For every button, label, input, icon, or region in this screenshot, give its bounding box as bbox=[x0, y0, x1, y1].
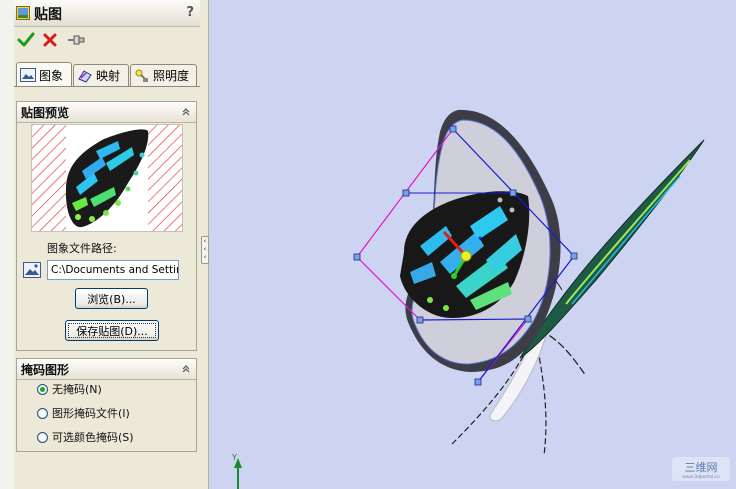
graphics-viewport[interactable]: Y 三维网 www.3dportal.cn bbox=[209, 0, 736, 489]
tab-mapping-label: 映射 bbox=[96, 69, 121, 83]
radio-mask-file[interactable]: 图形掩码文件(I) bbox=[37, 405, 130, 421]
site-watermark: 三维网 www.3dportal.cn bbox=[672, 457, 730, 481]
browse-button[interactable]: 浏览(B)... bbox=[75, 288, 148, 309]
pushpin-icon[interactable] bbox=[66, 30, 86, 50]
save-decal-button[interactable]: 保存贴图(D)... bbox=[65, 320, 159, 341]
tab-image-label: 图象 bbox=[39, 68, 64, 83]
image-icon bbox=[20, 68, 36, 82]
cancel-x-icon[interactable] bbox=[40, 30, 60, 50]
radio-color-mask[interactable]: 可选颜色掩码(S) bbox=[37, 429, 134, 445]
tab-mapping[interactable]: 映射 bbox=[73, 64, 129, 86]
property-manager-panel: 贴图 ? 图象 映射 照明度 贴图预览 图象文件路径: C:\Documents… bbox=[14, 0, 201, 489]
tab-lighting[interactable]: 照明度 bbox=[130, 64, 197, 86]
decal-preview-header[interactable]: 贴图预览 bbox=[17, 102, 196, 123]
radio-no-mask[interactable]: 无掩码(N) bbox=[37, 381, 102, 397]
collapse-chevron-icon[interactable] bbox=[180, 363, 192, 375]
panel-splitter[interactable]: ‹ ‹ ‹ bbox=[200, 0, 209, 489]
decal-preview-heading: 贴图预览 bbox=[21, 106, 70, 120]
tab-strip: 图象 映射 照明度 bbox=[14, 62, 200, 87]
mask-header[interactable]: 掩码图形 bbox=[17, 359, 196, 380]
decal-preview-group: 贴图预览 图象文件路径: C:\Documents and Setti 浏览(B… bbox=[16, 101, 197, 351]
svg-text:Y: Y bbox=[231, 453, 237, 462]
ok-check-icon[interactable] bbox=[16, 30, 36, 50]
lighting-icon bbox=[135, 69, 148, 82]
decal-preview-image bbox=[31, 124, 183, 232]
left-toolbar-strip bbox=[0, 0, 15, 489]
mask-heading: 掩码图形 bbox=[21, 363, 70, 377]
tab-lighting-label: 照明度 bbox=[153, 69, 190, 83]
help-icon[interactable]: ? bbox=[186, 5, 194, 20]
image-path-field[interactable]: C:\Documents and Settings bbox=[47, 260, 179, 280]
tab-divider bbox=[14, 86, 200, 87]
splitter-grip-icon[interactable]: ‹ ‹ ‹ bbox=[201, 236, 209, 264]
action-bar bbox=[14, 28, 200, 52]
image-file-icon bbox=[23, 262, 41, 278]
collapse-chevron-icon[interactable] bbox=[180, 106, 192, 118]
decal-icon bbox=[16, 6, 30, 20]
image-path-label: 图象文件路径: bbox=[47, 242, 117, 255]
watermark-sub: www.3dportal.cn bbox=[682, 474, 720, 480]
radio-color-mask-label: 可选颜色掩码(S) bbox=[52, 431, 134, 444]
watermark-text: 三维网 bbox=[685, 461, 718, 474]
mapping-icon bbox=[78, 69, 92, 83]
radio-button[interactable] bbox=[37, 431, 48, 443]
radio-no-mask-label: 无掩码(N) bbox=[52, 383, 102, 396]
property-manager-titlebar: 贴图 ? bbox=[14, 0, 200, 27]
radio-button[interactable] bbox=[37, 407, 48, 419]
radio-button-selected[interactable] bbox=[37, 383, 48, 395]
butterfly-model[interactable]: Y bbox=[209, 0, 736, 489]
tab-image[interactable]: 图象 bbox=[16, 62, 72, 87]
mask-group: 掩码图形 无掩码(N) 图形掩码文件(I) 可选颜色掩码(S) bbox=[16, 358, 197, 452]
radio-mask-file-label: 图形掩码文件(I) bbox=[52, 407, 130, 420]
panel-title: 贴图 bbox=[34, 7, 62, 23]
